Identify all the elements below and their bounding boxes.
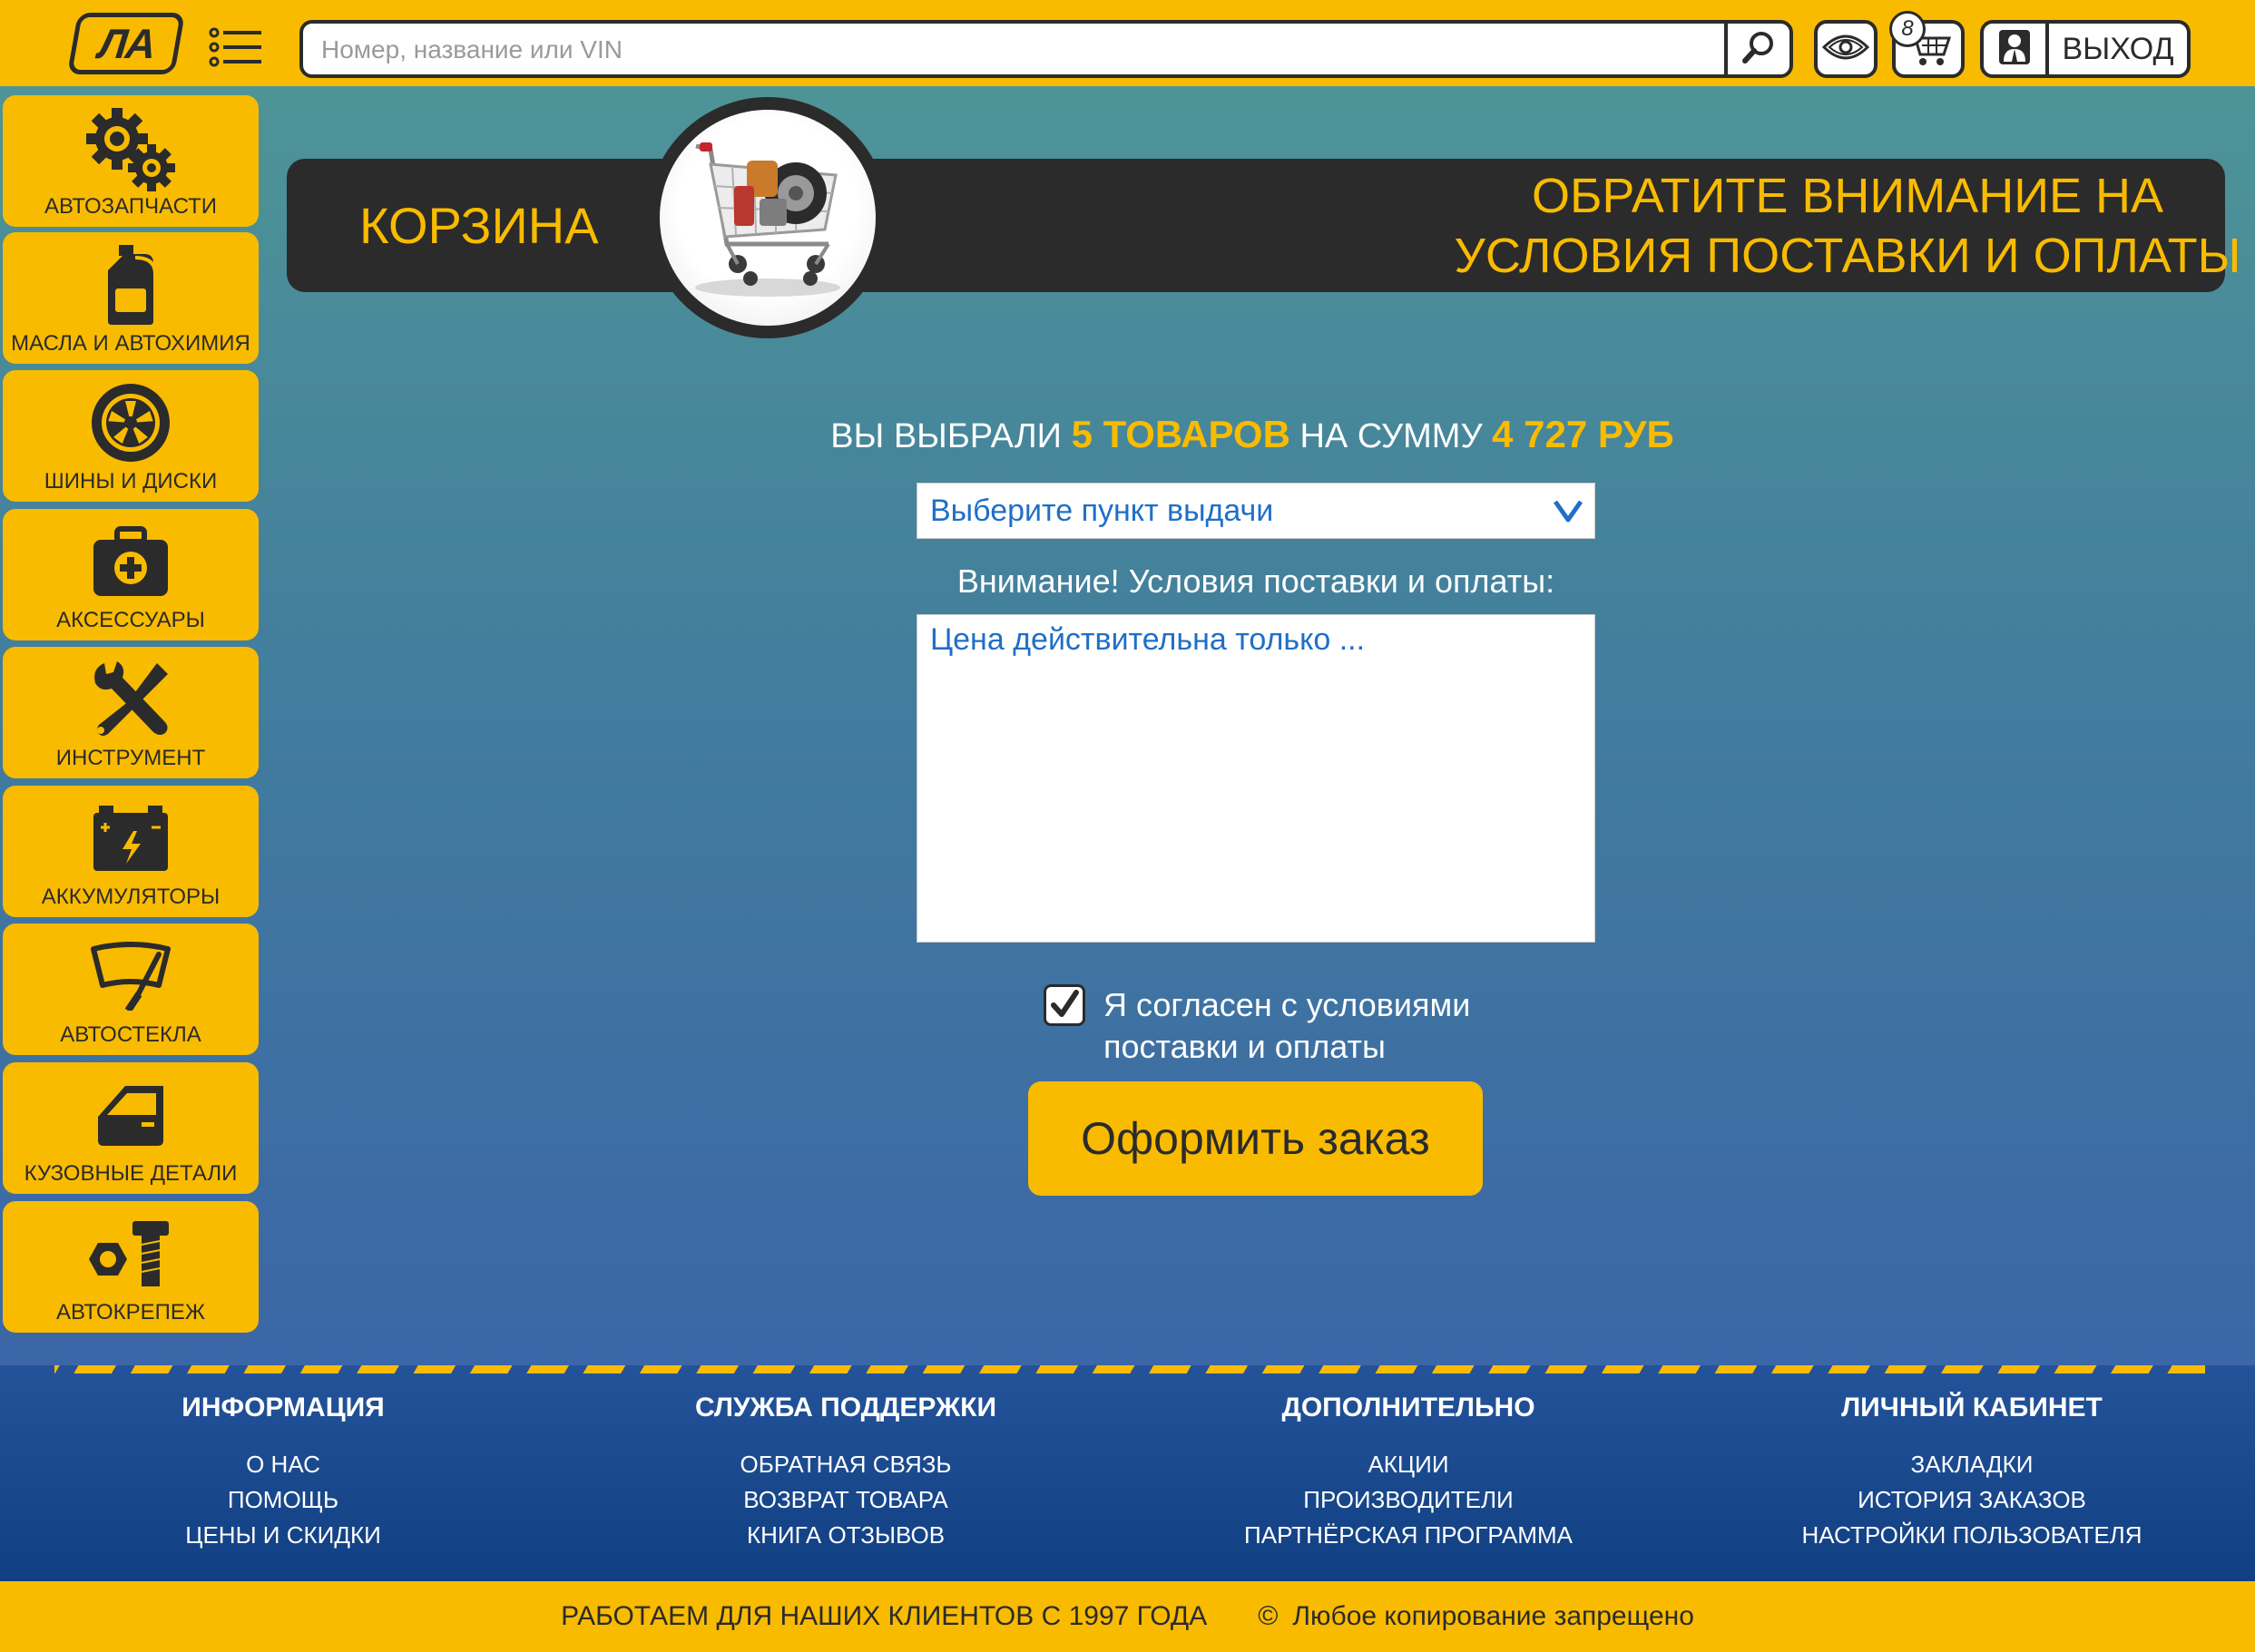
sidebar-item-fasteners[interactable]: АВТОКРЕПЕЖ: [3, 1201, 259, 1333]
tools-icon: [3, 654, 259, 745]
agree-label: Я согласен с условиями поставки и оплаты: [1103, 984, 1503, 1068]
footer-link[interactable]: ЦЕНЫ И СКИДКИ: [29, 1518, 537, 1553]
footer-column-extra: ДОПОЛНИТЕЛЬНО АКЦИИ ПРОИЗВОДИТЕЛИ ПАРТНЁ…: [1154, 1393, 1662, 1553]
search-button[interactable]: [1724, 24, 1789, 74]
checkmark-icon: [1046, 990, 1083, 1027]
main-area: АВТОЗАПЧАСТИ МАСЛА И АВТОХИМИЯ ШИНЫ И ДИ…: [0, 86, 2255, 1365]
footer: ИНФОРМАЦИЯ О НАС ПОМОЩЬ ЦЕНЫ И СКИДКИ СЛ…: [0, 1365, 2255, 1581]
footer-column-title: ДОПОЛНИТЕЛЬНО: [1281, 1393, 1535, 1422]
sidebar-item-label: ШИНЫ И ДИСКИ: [44, 469, 218, 494]
chevron-down-icon: [1553, 498, 1583, 528]
catalog-menu-icon[interactable]: [209, 27, 263, 67]
wheel-icon: [3, 377, 259, 468]
footer-link[interactable]: ОБРАТНАЯ СВЯЗЬ: [592, 1447, 1100, 1482]
items-count: 5 ТОВАРОВ: [1071, 413, 1290, 455]
eye-icon: [1821, 33, 1870, 66]
footer-column-title: ЛИЧНЫЙ КАБИНЕТ: [1841, 1393, 2103, 1422]
sidebar-item-label: АККУМУЛЯТОРЫ: [41, 885, 221, 909]
windshield-icon: [3, 931, 259, 1022]
agree-label-line1: Я согласен с условиями: [1103, 986, 1471, 1023]
cart-count-badge: 8: [1889, 11, 1926, 47]
place-order-button[interactable]: Оформить заказ: [1028, 1081, 1483, 1196]
footer-column-account: ЛИЧНЫЙ КАБИНЕТ ЗАКЛАДКИ ИСТОРИЯ ЗАКАЗОВ …: [1718, 1393, 2226, 1553]
sidebar-item-label: АВТОЗАПЧАСТИ: [44, 194, 218, 219]
pickup-point-value: Выберите пункт выдачи: [930, 493, 1274, 528]
cart-illustration: [647, 97, 888, 338]
cart-summary: ВЫ ВЫБРАЛИ 5 ТОВАРОВ НА СУММУ 4 727 РУБ: [708, 413, 1797, 456]
agree-label-line2: поставки и оплаты: [1103, 1028, 1386, 1065]
oil-canister-icon: [3, 239, 259, 330]
sidebar-item-oils[interactable]: МАСЛА И АВТОХИМИЯ: [3, 232, 259, 364]
footer-link[interactable]: ПРОИЗВОДИТЕЛИ: [1154, 1482, 1662, 1518]
footer-link[interactable]: КНИГА ОТЗЫВОВ: [592, 1518, 1100, 1553]
search-box: [299, 20, 1793, 78]
logo[interactable]: ЛА: [67, 13, 185, 74]
shopping-cart-image: [660, 110, 876, 326]
hazard-stripe-divider: [54, 1365, 2205, 1373]
sidebar-item-label: АКСЕССУАРЫ: [56, 608, 205, 632]
battery-icon: [3, 793, 259, 884]
company-slogan: РАБОТАЕМ ДЛЯ НАШИХ КЛИЕНТОВ С 1997 ГОДА: [561, 1601, 1208, 1631]
footer-column-support: СЛУЖБА ПОДДЕРЖКИ ОБРАТНАЯ СВЯЗЬ ВОЗВРАТ …: [592, 1393, 1100, 1553]
sidebar-item-autoparts[interactable]: АВТОЗАПЧАСТИ: [3, 95, 259, 227]
sidebar-item-glass[interactable]: АВТОСТЕКЛА: [3, 924, 259, 1055]
exit-button[interactable]: ВЫХОД: [2049, 24, 2187, 74]
sidebar-item-label: КУЗОВНЫЕ ДЕТАЛИ: [24, 1161, 238, 1186]
copyright-notice: Любое копирование запрещено: [1292, 1601, 1694, 1631]
sidebar-item-tires[interactable]: ШИНЫ И ДИСКИ: [3, 370, 259, 502]
banner-notice-line2: УСЛОВИЯ ПОСТАВКИ И ОПЛАТЫ: [1454, 228, 2241, 283]
footer-column-title: ИНФОРМАЦИЯ: [181, 1393, 385, 1422]
search-input[interactable]: [319, 24, 1730, 76]
terms-textarea[interactable]: Цена действительна только ...: [917, 614, 1595, 943]
sidebar-item-label: МАСЛА И АВТОХИМИЯ: [11, 331, 250, 356]
sidebar-item-tools[interactable]: ИНСТРУМЕНТ: [3, 647, 259, 778]
sidebar-item-label: АВТОСТЕКЛА: [60, 1022, 201, 1047]
copyright-symbol: ©: [1258, 1601, 1279, 1631]
footer-link[interactable]: АКЦИИ: [1154, 1447, 1662, 1482]
profile-button[interactable]: [1984, 24, 2049, 74]
banner-notice-line1: ОБРАТИТЕ ВНИМАНИЕ НА: [1531, 168, 2164, 223]
page-title: КОРЗИНА: [359, 197, 599, 254]
footer-link[interactable]: ИСТОРИЯ ЗАКАЗОВ: [1718, 1482, 2226, 1518]
footer-column-info: ИНФОРМАЦИЯ О НАС ПОМОЩЬ ЦЕНЫ И СКИДКИ: [29, 1393, 537, 1553]
summary-middle: НА СУММУ: [1299, 417, 1483, 455]
sidebar-item-body-parts[interactable]: КУЗОВНЫЕ ДЕТАЛИ: [3, 1062, 259, 1194]
search-icon: [1740, 29, 1777, 70]
footer-link[interactable]: ВОЗВРАТ ТОВАРА: [592, 1482, 1100, 1518]
footer-link[interactable]: НАСТРОЙКИ ПОЛЬЗОВАТЕЛЯ: [1718, 1518, 2226, 1553]
first-aid-kit-icon: [3, 516, 259, 607]
pickup-point-select[interactable]: Выберите пункт выдачи: [917, 483, 1595, 539]
footer-link[interactable]: ЗАКЛАДКИ: [1718, 1447, 2226, 1482]
bottom-bar: РАБОТАЕМ ДЛЯ НАШИХ КЛИЕНТОВ С 1997 ГОДА …: [0, 1581, 2255, 1652]
footer-link[interactable]: О НАС: [29, 1447, 537, 1482]
agree-checkbox[interactable]: [1044, 984, 1085, 1026]
viewed-button[interactable]: [1814, 20, 1878, 78]
sidebar-item-label: ИНСТРУМЕНТ: [55, 746, 206, 770]
car-door-icon: [3, 1070, 259, 1160]
account-exit-group: ВЫХОД: [1980, 20, 2191, 78]
sidebar-item-accessories[interactable]: АКСЕССУАРЫ: [3, 509, 259, 640]
sidebar-item-batteries[interactable]: АККУМУЛЯТОРЫ: [3, 786, 259, 917]
sidebar-item-label: АВТОКРЕПЕЖ: [55, 1300, 206, 1325]
summary-prefix: ВЫ ВЫБРАЛИ: [830, 417, 1062, 455]
cart-total: 4 727 РУБ: [1492, 413, 1674, 455]
logo-text: ЛА: [95, 20, 157, 67]
bolt-nut-icon: [3, 1208, 259, 1299]
footer-link[interactable]: ПОМОЩЬ: [29, 1482, 537, 1518]
banner-notice: ОБРАТИТЕ ВНИМАНИЕ НА УСЛОВИЯ ПОСТАВКИ И …: [1140, 159, 2255, 292]
user-icon: [1996, 27, 2033, 72]
top-bar: ЛА Номер, название или VIN 8 ВЫХОД: [0, 0, 2255, 86]
footer-link[interactable]: ПАРТНЁРСКАЯ ПРОГРАММА: [1154, 1518, 1662, 1553]
terms-label: Внимание! Условия поставки и оплаты:: [956, 562, 1555, 600]
gears-icon: [3, 103, 259, 193]
footer-column-title: СЛУЖБА ПОДДЕРЖКИ: [694, 1393, 997, 1422]
page-banner: КОРЗИНА ОБРАТИТЕ ВНИМАНИЕ НА УСЛОВИЯ ПОС…: [287, 159, 2240, 292]
